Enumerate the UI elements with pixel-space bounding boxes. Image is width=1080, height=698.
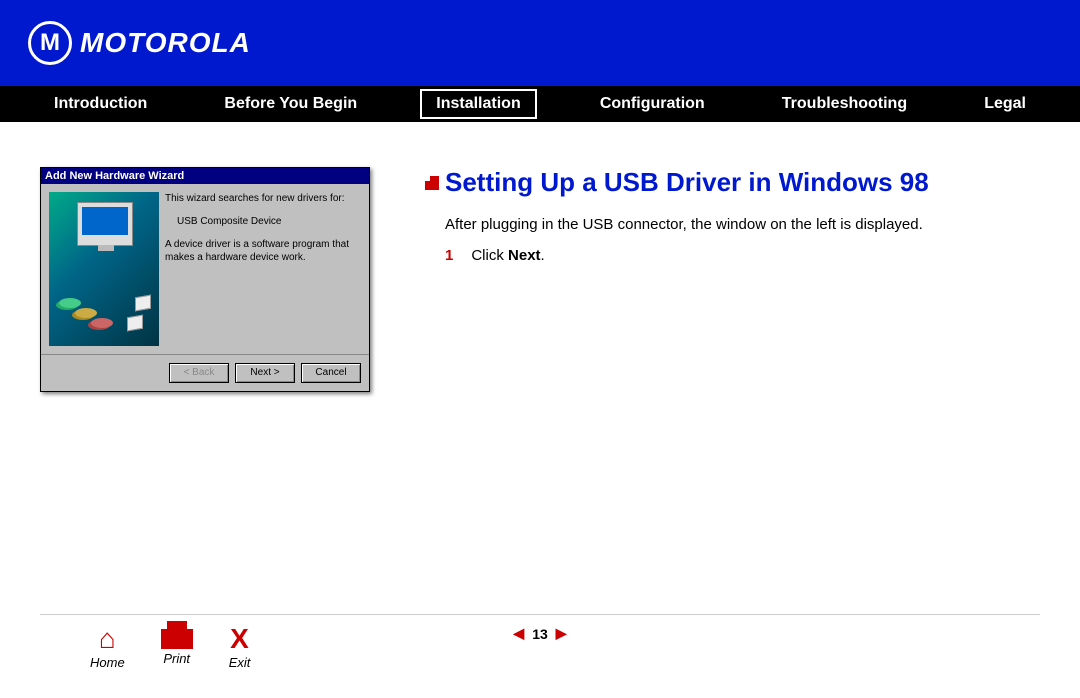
brand-header: M MOTOROLA — [0, 0, 1080, 86]
wizard-line1: This wizard searches for new drivers for… — [165, 192, 361, 205]
wizard-text: This wizard searches for new drivers for… — [165, 192, 361, 346]
wizard-titlebar: Add New Hardware Wizard — [41, 168, 369, 184]
content-area: Add New Hardware Wizard This wizard sear… — [0, 122, 1080, 392]
nav-legal[interactable]: Legal — [970, 91, 1040, 117]
home-button[interactable]: ⌂ Home — [90, 625, 125, 670]
nav-troubleshooting[interactable]: Troubleshooting — [768, 91, 921, 117]
print-button[interactable]: Print — [161, 625, 193, 670]
step-number: 1 — [445, 247, 453, 264]
nav-before-you-begin[interactable]: Before You Begin — [210, 91, 371, 117]
exit-button[interactable]: X Exit — [229, 625, 251, 670]
page-navigator: ◀ 13 ▶ — [513, 625, 566, 642]
floppy-icon — [135, 295, 151, 312]
page-title: Setting Up a USB Driver in Windows 98 — [425, 167, 1040, 198]
wizard-line2: A device driver is a software program th… — [165, 238, 361, 264]
footer-actions: ⌂ Home Print X Exit — [90, 625, 250, 670]
floppy-icon — [127, 315, 143, 332]
wizard-button-row: < Back Next > Cancel — [41, 354, 369, 391]
disc-icon — [59, 298, 81, 308]
nav-installation[interactable]: Installation — [420, 89, 536, 119]
nav-introduction[interactable]: Introduction — [40, 91, 161, 117]
wizard-device: USB Composite Device — [177, 215, 361, 228]
print-icon — [161, 629, 193, 649]
home-label: Home — [90, 655, 125, 670]
hardware-wizard-window: Add New Hardware Wizard This wizard sear… — [40, 167, 370, 392]
exit-icon: X — [229, 625, 251, 653]
page-title-text: Setting Up a USB Driver in Windows 98 — [445, 167, 929, 198]
wizard-next-button[interactable]: Next > — [235, 363, 295, 383]
footer: ⌂ Home Print X Exit ◀ 13 ▶ — [40, 614, 1040, 670]
wizard-cancel-button[interactable]: Cancel — [301, 363, 361, 383]
main-nav: Introduction Before You Begin Installati… — [0, 86, 1080, 122]
next-page-button[interactable]: ▶ — [556, 625, 567, 642]
disc-icon — [75, 308, 97, 318]
brand-name: MOTOROLA — [80, 27, 251, 59]
monitor-icon — [77, 202, 133, 246]
step-1: 1 Click Next. — [445, 247, 1040, 264]
prev-page-button[interactable]: ◀ — [513, 625, 524, 642]
nav-configuration[interactable]: Configuration — [586, 91, 719, 117]
wizard-body: This wizard searches for new drivers for… — [41, 184, 369, 354]
motorola-logo-icon: M — [28, 21, 72, 65]
exit-label: Exit — [229, 655, 251, 670]
home-icon: ⌂ — [90, 625, 125, 653]
wizard-illustration — [49, 192, 159, 346]
step-text: Click Next. — [471, 247, 544, 264]
logo: M MOTOROLA — [28, 21, 251, 65]
page-number: 13 — [532, 626, 548, 642]
intro-text: After plugging in the USB connector, the… — [445, 216, 1040, 233]
title-bullet-icon — [425, 176, 439, 190]
print-label: Print — [161, 651, 193, 666]
disc-icon — [91, 318, 113, 328]
main-column: Setting Up a USB Driver in Windows 98 Af… — [425, 167, 1040, 392]
wizard-back-button: < Back — [169, 363, 229, 383]
